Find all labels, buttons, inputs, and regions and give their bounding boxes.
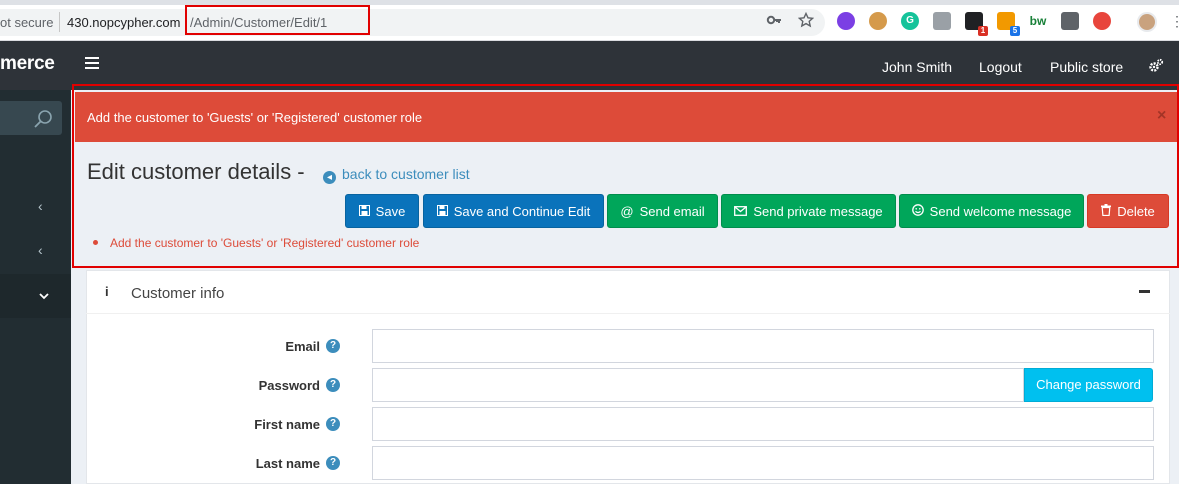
chevron-left-icon[interactable]: ‹: [38, 242, 43, 258]
star-icon[interactable]: [797, 11, 815, 30]
chrome-menu-icon[interactable]: ⋮: [1170, 13, 1179, 30]
search-icon[interactable]: [33, 109, 53, 129]
url-host[interactable]: 430.nopcypher.com: [67, 15, 180, 30]
password-label: Password: [258, 378, 320, 393]
tab-strip: [0, 0, 1179, 5]
email-label: Email: [285, 339, 320, 354]
reader-extension-icon[interactable]: [933, 12, 951, 30]
public-store-link[interactable]: Public store: [1050, 59, 1123, 75]
chevron-left-icon[interactable]: ‹: [38, 198, 43, 214]
last-name-help-icon[interactable]: ?: [326, 456, 340, 470]
email-help-icon[interactable]: ?: [326, 339, 340, 353]
logout-link[interactable]: Logout: [979, 59, 1022, 75]
notion-badge: 1: [978, 26, 988, 36]
panel-title: Customer info: [131, 285, 225, 302]
cookie-extension-icon[interactable]: [869, 12, 887, 30]
panel-header[interactable]: [86, 270, 1170, 314]
grammarly-extension-icon[interactable]: G: [901, 12, 919, 30]
settings-cogs-icon[interactable]: [1148, 58, 1164, 78]
info-icon: i: [105, 284, 109, 299]
user-name-link[interactable]: John Smith: [882, 59, 952, 75]
color-picker-extension-icon[interactable]: [837, 12, 855, 30]
key-icon[interactable]: [765, 12, 783, 30]
logo[interactable]: merce: [0, 53, 55, 75]
password-help-icon[interactable]: ?: [326, 378, 340, 392]
error-highlight-frame: [72, 84, 1179, 268]
notion-extension-icon[interactable]: 1: [965, 12, 988, 36]
last-name-field[interactable]: [372, 446, 1154, 480]
profile-avatar[interactable]: [1137, 12, 1157, 32]
email-field[interactable]: [372, 329, 1154, 363]
sidebar-toggle-icon[interactable]: [85, 57, 99, 70]
bulb-extension-icon[interactable]: [1061, 12, 1079, 30]
bw-extension-icon[interactable]: bw: [1029, 12, 1047, 30]
security-indicator[interactable]: ot secure: [0, 15, 53, 30]
chevron-down-icon[interactable]: [39, 287, 49, 303]
collapse-minus-icon[interactable]: [1139, 290, 1150, 293]
sidebar-item-active[interactable]: [0, 274, 71, 318]
first-name-field[interactable]: [372, 407, 1154, 441]
rss-badge: 5: [1010, 26, 1020, 36]
lastpass-extension-icon[interactable]: [1093, 12, 1111, 30]
rss-extension-icon[interactable]: 5: [997, 12, 1020, 36]
first-name-help-icon[interactable]: ?: [326, 417, 340, 431]
change-password-button[interactable]: Change password: [1024, 368, 1153, 402]
last-name-label: Last name: [255, 456, 320, 471]
url-highlight-frame: [185, 5, 370, 35]
password-field[interactable]: [372, 368, 1024, 402]
url-separator: [59, 12, 60, 32]
first-name-label: First name: [254, 417, 320, 432]
